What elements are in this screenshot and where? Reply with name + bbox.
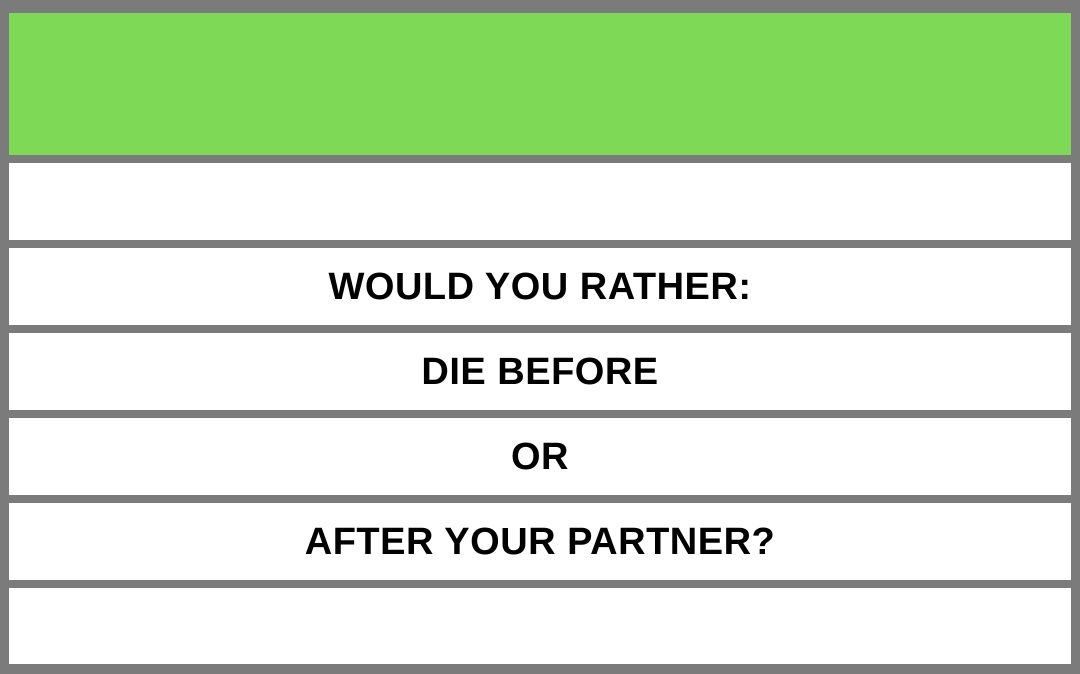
row-blank-bottom [9,588,1071,664]
row-option-a: DIE BEFORE [9,333,1071,410]
question-intro-text: WOULD YOU RATHER: [328,265,752,308]
row-question-intro: WOULD YOU RATHER: [9,248,1071,325]
or-text: OR [511,435,569,478]
would-you-rather-card: WOULD YOU RATHER: DIE BEFORE OR AFTER YO… [0,0,1080,674]
option-b-text: AFTER YOUR PARTNER? [304,520,776,563]
header-banner [9,13,1071,155]
option-a-text: DIE BEFORE [421,350,659,393]
row-blank-top [9,163,1071,240]
row-or: OR [9,418,1071,495]
row-option-b: AFTER YOUR PARTNER? [9,503,1071,580]
